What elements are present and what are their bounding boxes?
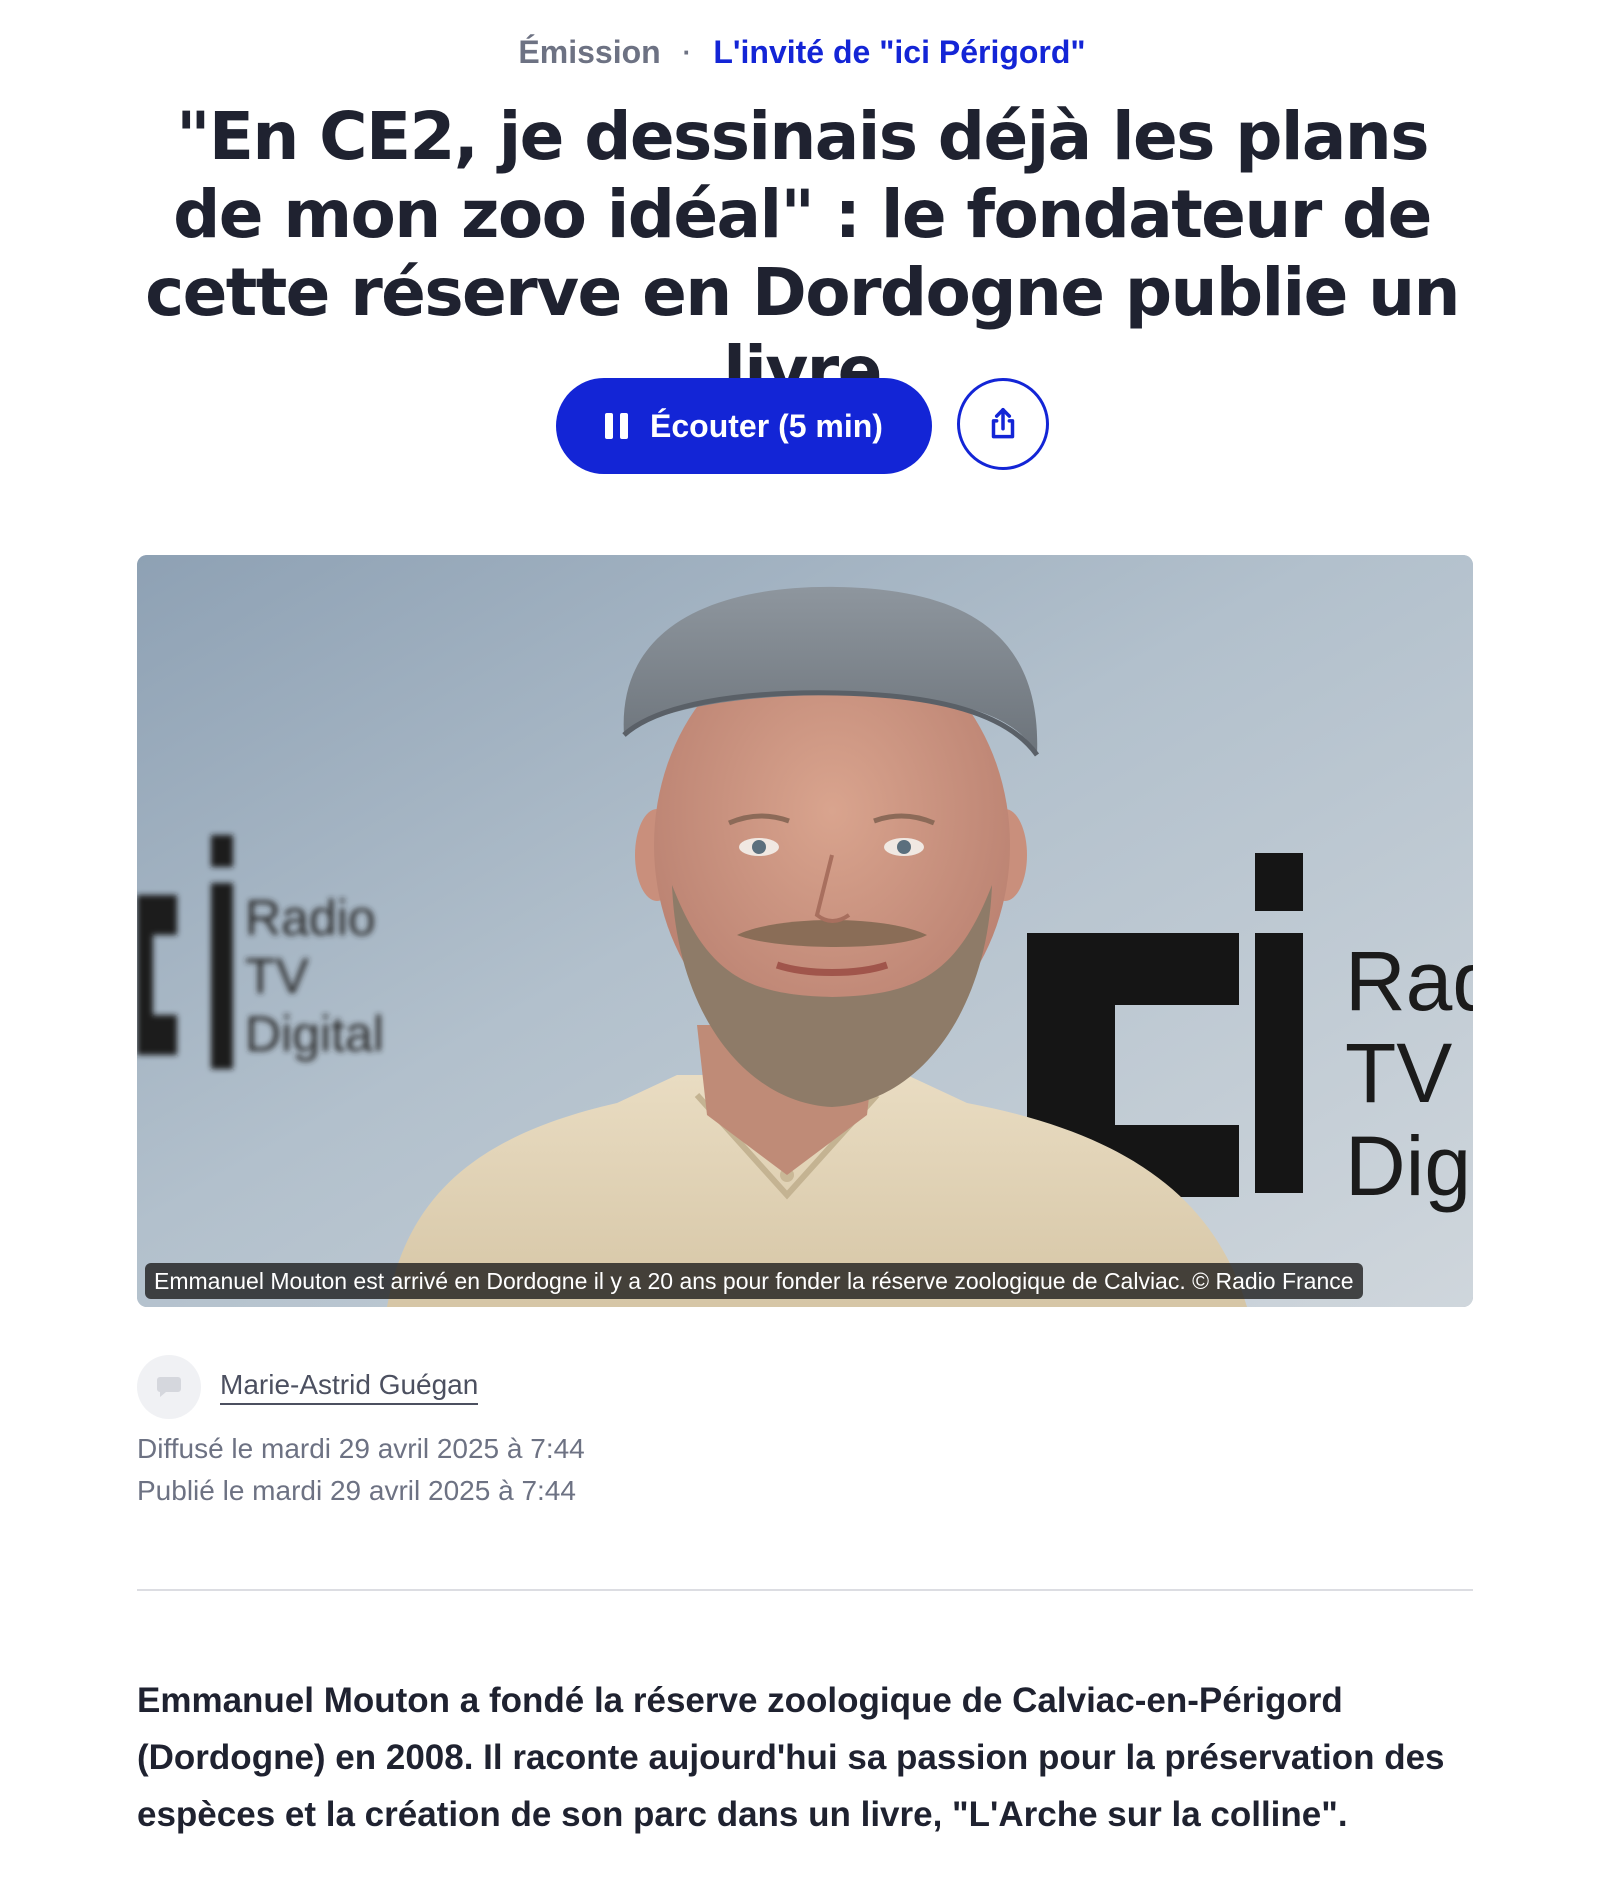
published-date: Publié le mardi 29 avril 2025 à 7:44 (137, 1475, 576, 1506)
breadcrumb-show-link[interactable]: L'invité de "ici Périgord" (713, 34, 1085, 70)
pause-icon (605, 413, 629, 439)
broadcast-date: Diffusé le mardi 29 avril 2025 à 7:44 (137, 1433, 585, 1464)
article-lead: Emmanuel Mouton a fondé la réserve zoolo… (137, 1681, 1445, 1834)
portrait-illustration: Radio TV Digital Rad TV Dig (137, 555, 1473, 1307)
article-photo[interactable]: Radio TV Digital Rad TV Dig (137, 555, 1473, 1307)
breadcrumb-category: Émission (518, 34, 661, 70)
listen-button-label: Écouter (5 min) (650, 407, 883, 444)
svg-text:TV: TV (245, 948, 310, 1004)
breadcrumb: Émission · L'invité de "ici Périgord" (0, 30, 1604, 74)
author-name-link[interactable]: Marie-Astrid Guégan (220, 1369, 479, 1405)
breadcrumb-separator: · (682, 37, 692, 67)
share-icon (991, 408, 1015, 439)
avatar (137, 1355, 201, 1419)
photo-caption: Emmanuel Mouton est arrivé en Dordogne i… (145, 1263, 1363, 1299)
speech-bubble-icon (157, 1377, 181, 1397)
svg-text:TV: TV (1345, 1026, 1452, 1120)
svg-text:Radio: Radio (245, 890, 376, 946)
svg-text:Rad: Rad (1345, 934, 1473, 1028)
divider (137, 1589, 1473, 1591)
svg-text:Dig: Dig (1345, 1119, 1471, 1213)
listen-button[interactable]: Écouter (5 min) (556, 378, 932, 474)
svg-text:Digital: Digital (245, 1006, 384, 1062)
publication-dates: Diffusé le mardi 29 avril 2025 à 7:44 Pu… (137, 1428, 585, 1512)
article-actions: Écouter (5 min) (0, 378, 1604, 474)
article-title: "En CE2, je dessinais déjà les plans de … (145, 98, 1460, 409)
share-button[interactable] (957, 378, 1049, 470)
author-block: Marie-Astrid Guégan (137, 1354, 479, 1420)
